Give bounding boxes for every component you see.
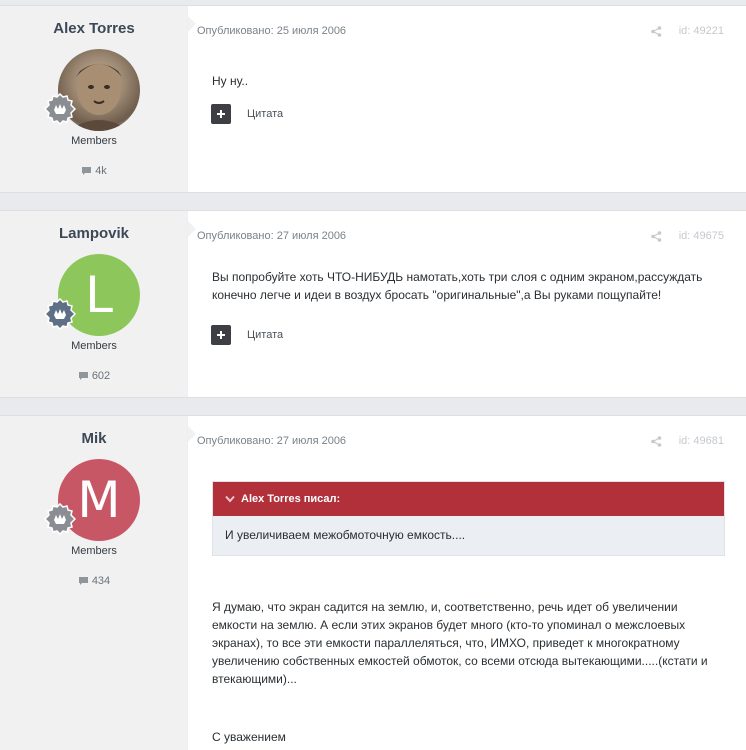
post-content: Ну ну.. bbox=[212, 72, 248, 90]
post-count: 434 bbox=[0, 575, 188, 587]
author-group: Members bbox=[71, 340, 117, 352]
post-content: Вы попробуйте хоть ЧТО-НИБУДЬ намотать,х… bbox=[212, 268, 702, 304]
share-icon[interactable] bbox=[651, 231, 662, 242]
comment-icon bbox=[78, 577, 88, 585]
quote-button[interactable]: Цитата bbox=[247, 108, 283, 120]
post-paragraph: экранах), то все эти емкости параллелять… bbox=[212, 636, 680, 650]
blockquote-citation-text: Alex Torres писал: bbox=[241, 493, 341, 505]
post-id: id: 49681 bbox=[678, 435, 724, 447]
avatar-letter: M bbox=[77, 471, 121, 529]
author-pointer bbox=[188, 16, 196, 32]
post-count-value: 4k bbox=[95, 165, 107, 177]
author-name[interactable]: Alex Torres bbox=[0, 20, 188, 37]
post-paragraph: Ну ну.. bbox=[212, 74, 249, 88]
post-count: 602 bbox=[0, 370, 188, 382]
author-group: Members bbox=[71, 135, 117, 147]
post: Lampovik L Members 602 Опубликовано: 27 … bbox=[0, 210, 746, 398]
author-pointer bbox=[188, 221, 196, 237]
comment-icon bbox=[78, 372, 88, 380]
author-panel: Alex Torres Members 4k bbox=[0, 6, 188, 192]
author-pointer bbox=[188, 426, 196, 442]
author-panel: Mik M Members 434 bbox=[0, 416, 188, 750]
author-panel: Lampovik L Members 602 bbox=[0, 211, 188, 397]
post: Mik M Members 434 Опубликовано: 27 июля … bbox=[0, 415, 746, 750]
chevron-down-icon bbox=[225, 495, 235, 503]
plus-icon bbox=[217, 331, 225, 339]
quote-plus-button[interactable] bbox=[211, 325, 231, 345]
post-count-value: 434 bbox=[91, 575, 111, 587]
author-name[interactable]: Mik bbox=[0, 430, 188, 447]
quote-plus-button[interactable] bbox=[211, 104, 231, 124]
post-paragraph: конечно легче и идеи в воздух бросать "о… bbox=[212, 288, 662, 302]
post: Alex Torres Members 4k Опубликовано: 25 … bbox=[0, 5, 746, 193]
post-count-value: 602 bbox=[91, 370, 111, 382]
post-date[interactable]: Опубликовано: 27 июля 2006 bbox=[197, 230, 346, 242]
post-content: Я думаю, что экран садится на землю, и, … bbox=[212, 598, 708, 688]
rank-badge-icon bbox=[44, 298, 76, 330]
blockquote: Alex Torres писал: И увеличиваем межобмо… bbox=[212, 481, 725, 556]
avatar-wrap: L bbox=[44, 254, 140, 336]
author-group: Members bbox=[71, 545, 117, 557]
post-signature: С уважением bbox=[212, 730, 286, 744]
post-paragraph: Я думаю, что экран садится на землю, и, … bbox=[212, 600, 678, 614]
rank-badge-icon bbox=[44, 93, 76, 125]
avatar-wrap: M bbox=[44, 459, 140, 541]
post-paragraph: втекающими)... bbox=[212, 672, 297, 686]
post-paragraph: емкости на землю. А если этих экранов бу… bbox=[212, 618, 686, 632]
comment-icon bbox=[82, 167, 92, 175]
quote-button[interactable]: Цитата bbox=[247, 329, 283, 341]
blockquote-citation[interactable]: Alex Torres писал: bbox=[213, 482, 724, 516]
post-count: 4k bbox=[0, 165, 188, 177]
rank-badge-icon bbox=[44, 503, 76, 535]
share-icon[interactable] bbox=[651, 26, 662, 37]
author-name[interactable]: Lampovik bbox=[0, 225, 188, 242]
post-paragraph: увеличению собственных емкостей обмоток,… bbox=[212, 654, 708, 668]
blockquote-text: И увеличиваем межобмоточную емкость.... bbox=[225, 528, 466, 542]
share-icon[interactable] bbox=[651, 436, 662, 447]
avatar-wrap bbox=[44, 49, 140, 131]
post-paragraph: Вы попробуйте хоть ЧТО-НИБУДЬ намотать,х… bbox=[212, 270, 703, 284]
post-id: id: 49221 bbox=[678, 25, 724, 37]
plus-icon bbox=[217, 110, 225, 118]
post-id: id: 49675 bbox=[678, 230, 724, 242]
post-date[interactable]: Опубликовано: 27 июля 2006 bbox=[197, 435, 346, 447]
avatar-letter: L bbox=[85, 266, 113, 324]
post-date[interactable]: Опубликовано: 25 июля 2006 bbox=[197, 25, 346, 37]
